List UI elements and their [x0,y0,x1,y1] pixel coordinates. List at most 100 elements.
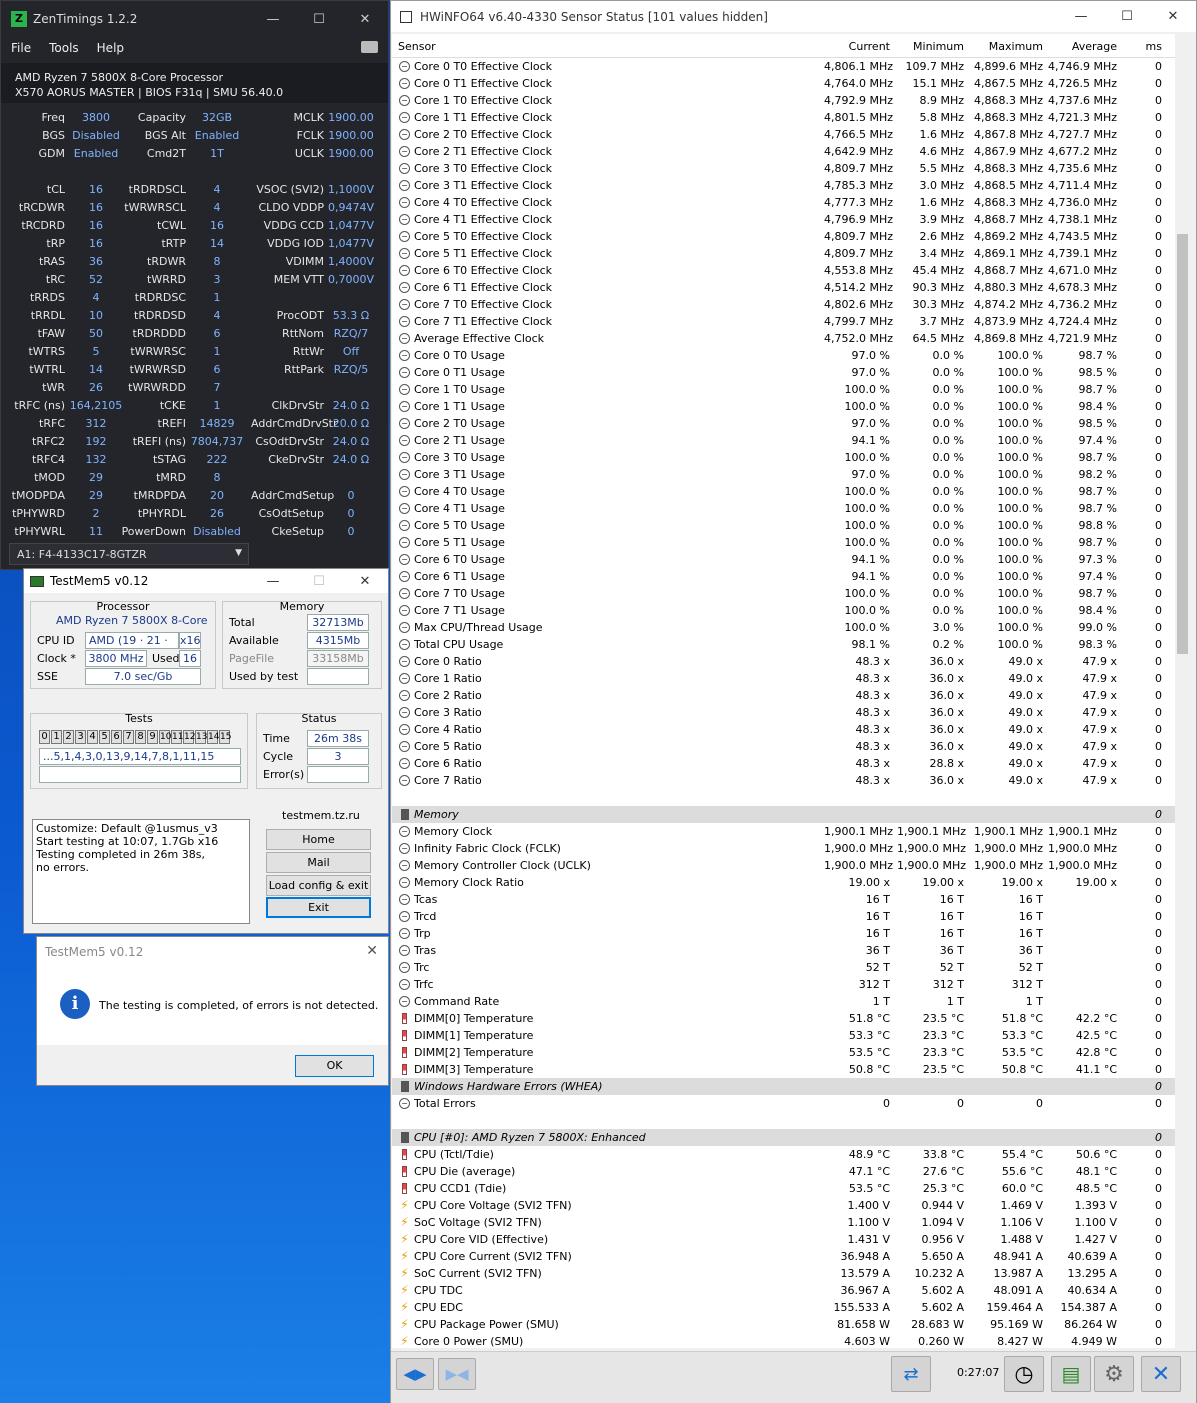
sensor-row[interactable]: DIMM[1] Temperature 53.3 °C 23.3 °C 53.3 °C… [392,1027,1180,1044]
sensor-row[interactable]: − Core 7 Ratio 48.3 x 36.0 x 49.0 x 47.9 x 0 [392,772,1180,789]
sensor-row[interactable]: ⚡ CPU Core Voltage (SVI2 TFN) 1.400 V 0.944… [392,1197,1180,1214]
sensor-row[interactable]: − Total Errors 0 0 0 0 [392,1095,1180,1112]
sensor-row[interactable]: DIMM[2] Temperature 53.5 °C 23.3 °C 53.5 °C… [392,1044,1180,1061]
sensor-row[interactable]: − Core 6 T0 Usage 94.1 % 0.0 % 100.0 % 97.3 %… [392,551,1180,568]
zentimings-titlebar[interactable]: Z ZenTimings 1.2.2 — ☐ ✕ [1,1,388,37]
sensor-row[interactable]: − Core 2 T0 Usage 97.0 % 0.0 % 100.0 % 98.5 %… [392,415,1180,432]
dialog-titlebar[interactable]: TestMem5 v0.12 ✕ [37,937,388,967]
sensor-row[interactable]: − Memory Controller Clock (UCLK) 1,900.0 M… [392,857,1180,874]
column-current[interactable]: Current [824,40,890,53]
sensor-group-row[interactable]: Memory 0 [392,806,1180,823]
minimize-button[interactable]: — [250,569,296,593]
minimize-button[interactable]: — [1058,1,1104,32]
sensor-row[interactable]: − Infinity Fabric Clock (FCLK) 1,900.0 MHz… [392,840,1180,857]
sensor-row[interactable]: − Core 2 T1 Effective Clock 4,642.9 MHz 4.6… [392,143,1180,160]
screenshot-camera-icon[interactable] [361,41,378,53]
testmem-titlebar[interactable]: TestMem5 v0.12 — ☐ ✕ [24,569,388,593]
sensor-row[interactable]: − Core 0 T1 Usage 97.0 % 0.0 % 100.0 % 98.5 %… [392,364,1180,381]
sensor-row[interactable]: − Core 7 T0 Effective Clock 4,802.6 MHz 30.… [392,296,1180,313]
sensor-row[interactable]: − Average Effective Clock 4,752.0 MHz 64.5 … [392,330,1180,347]
sensor-row[interactable]: − Trfc 312 T 312 T 312 T 0 [392,976,1180,993]
sensor-row[interactable]: − Core 0 Ratio 48.3 x 36.0 x 49.0 x 47.9 x 0 [392,653,1180,670]
close-button[interactable]: ✕ [342,569,388,593]
close-button[interactable]: ✕ [342,1,388,37]
column-maximum[interactable]: Maximum [972,40,1043,53]
vertical-scrollbar[interactable] [1175,34,1190,1348]
sensor-row[interactable]: ⚡ Core 0 Power (SMU) 4.603 W 0.260 W 8.427 W… [392,1333,1180,1348]
sensor-row[interactable]: − Core 2 T0 Effective Clock 4,766.5 MHz 1.6… [392,126,1180,143]
sensor-row[interactable]: − Core 1 T0 Effective Clock 4,792.9 MHz 8.9… [392,92,1180,109]
sensor-row[interactable]: CPU CCD1 (Tdie) 53.5 °C 25.3 °C 60.0 °C 48.5… [392,1180,1180,1197]
column-minimum[interactable]: Minimum [897,40,964,53]
sensor-row[interactable]: − Core 4 T1 Effective Clock 4,796.9 MHz 3.9… [392,211,1180,228]
sensor-row[interactable]: − Core 6 T0 Effective Clock 4,553.8 MHz 45.… [392,262,1180,279]
sensor-row[interactable]: − Core 6 T1 Usage 94.1 % 0.0 % 100.0 % 97.4 %… [392,568,1180,585]
sensor-row[interactable]: ⚡ CPU Core Current (SVI2 TFN) 36.948 A 5.65… [392,1248,1180,1265]
sensor-row[interactable]: − Memory Clock Ratio 19.00 x 19.00 x 19.00 x… [392,874,1180,891]
ok-button[interactable]: OK [295,1055,374,1077]
sensor-row[interactable]: − Core 4 Ratio 48.3 x 36.0 x 49.0 x 47.9 x 0 [392,721,1180,738]
sensor-row[interactable]: − Tcas 16 T 16 T 16 T 0 [392,891,1180,908]
sensor-row[interactable]: − Core 4 T0 Usage 100.0 % 0.0 % 100.0 % 98.7 … [392,483,1180,500]
sensor-row[interactable]: − Core 4 T0 Effective Clock 4,777.3 MHz 1.6… [392,194,1180,211]
sensor-group-row[interactable]: CPU [#0]: AMD Ryzen 7 5800X: Enhanced 0 [392,1129,1180,1146]
network-icon[interactable]: ⇄ [891,1356,931,1392]
home-button[interactable]: Home [266,829,371,850]
close-x-icon[interactable]: ✕ [1141,1356,1181,1392]
sensor-row[interactable]: − Core 3 T1 Effective Clock 4,785.3 MHz 3.0… [392,177,1180,194]
menu-help[interactable]: Help [97,41,124,55]
maximize-button[interactable]: ☐ [1104,1,1150,32]
maximize-button[interactable]: ☐ [296,1,342,37]
sensor-row[interactable]: − Core 7 T1 Effective Clock 4,799.7 MHz 3.7… [392,313,1180,330]
sensor-row[interactable]: − Core 5 Ratio 48.3 x 36.0 x 49.0 x 47.9 x 0 [392,738,1180,755]
sensor-row[interactable]: − Core 4 T1 Usage 100.0 % 0.0 % 100.0 % 98.7 … [392,500,1180,517]
sensor-row[interactable]: − Core 1 Ratio 48.3 x 36.0 x 49.0 x 47.9 x 0 [392,670,1180,687]
sensor-row[interactable]: − Core 5 T1 Effective Clock 4,809.7 MHz 3.4… [392,245,1180,262]
sensor-row[interactable]: − Core 0 T0 Effective Clock 4,806.1 MHz 109… [392,58,1180,75]
sensor-row[interactable]: CPU (Tctl/Tdie) 48.9 °C 33.8 °C 55.4 °C 50.6… [392,1146,1180,1163]
close-button[interactable]: ✕ [1150,1,1196,32]
column-ms[interactable]: ms [1122,40,1162,53]
sensor-row[interactable]: − Core 1 T1 Effective Clock 4,801.5 MHz 5.8… [392,109,1180,126]
sensor-row[interactable]: − Core 7 T1 Usage 100.0 % 0.0 % 100.0 % 98.4 … [392,602,1180,619]
load-config-exit-button[interactable]: Load config & exit [266,875,371,896]
sensor-row[interactable]: ⚡ CPU TDC 36.967 A 5.602 A 48.091 A 40.634 A 0 [392,1282,1180,1299]
sensor-row[interactable]: DIMM[0] Temperature 51.8 °C 23.5 °C 51.8 °C… [392,1010,1180,1027]
sensor-row[interactable]: − Core 5 T0 Effective Clock 4,809.7 MHz 2.6… [392,228,1180,245]
column-sensor[interactable]: Sensor [398,40,436,53]
sensor-row[interactable]: − Core 1 T1 Usage 100.0 % 0.0 % 100.0 % 98.4 … [392,398,1180,415]
scrollbar-thumb[interactable] [1177,234,1188,654]
sensor-row[interactable]: − Core 3 T1 Usage 97.0 % 0.0 % 100.0 % 98.2 %… [392,466,1180,483]
report-add-icon[interactable]: ▤ [1051,1356,1091,1392]
sensor-row[interactable]: − Core 3 Ratio 48.3 x 36.0 x 49.0 x 47.9 x 0 [392,704,1180,721]
sensor-row[interactable]: − Core 5 T1 Usage 100.0 % 0.0 % 100.0 % 98.7 … [392,534,1180,551]
sensor-row[interactable]: − Core 0 T0 Usage 97.0 % 0.0 % 100.0 % 98.7 %… [392,347,1180,364]
menu-tools[interactable]: Tools [49,41,79,55]
column-average[interactable]: Average [1047,40,1117,53]
used-field[interactable]: 16 [179,650,201,667]
settings-gear-icon[interactable]: ⚙ [1094,1356,1134,1392]
minimize-button[interactable]: — [250,1,296,37]
sensor-row[interactable]: − Trcd 16 T 16 T 16 T 0 [392,908,1180,925]
sensor-row[interactable]: − Core 5 T0 Usage 100.0 % 0.0 % 100.0 % 98.8 … [392,517,1180,534]
sensor-row[interactable]: − Total CPU Usage 98.1 % 0.2 % 100.0 % 98.3 %… [392,636,1180,653]
sensor-row[interactable]: ⚡ SoC Voltage (SVI2 TFN) 1.100 V 1.094 V 1.1… [392,1214,1180,1231]
sensor-row[interactable]: ⚡ CPU EDC 155.533 A 5.602 A 159.464 A 154.387… [392,1299,1180,1316]
mail-button[interactable]: Mail [266,852,371,873]
sensor-row[interactable]: − Command Rate 1 T 1 T 1 T 0 [392,993,1180,1010]
sensor-row[interactable]: ⚡ SoC Current (SVI2 TFN) 13.579 A 10.232 A 1… [392,1265,1180,1282]
sensor-row[interactable]: − Core 7 T0 Usage 100.0 % 0.0 % 100.0 % 98.7 … [392,585,1180,602]
maximize-button[interactable]: ☐ [296,569,342,593]
sensor-row[interactable]: − Tras 36 T 36 T 36 T 0 [392,942,1180,959]
sensor-row[interactable]: − Core 2 Ratio 48.3 x 36.0 x 49.0 x 47.9 x 0 [392,687,1180,704]
sensor-row[interactable]: − Trc 52 T 52 T 52 T 0 [392,959,1180,976]
nav-arrows-icon[interactable]: ◀▶ [396,1358,434,1390]
nav-arrows-alt-icon[interactable]: ▶◀ [438,1358,476,1390]
menu-file[interactable]: File [11,41,31,55]
sensor-row[interactable]: − Core 6 Ratio 48.3 x 28.8 x 49.0 x 47.9 x 0 [392,755,1180,772]
sensor-row[interactable]: DIMM[3] Temperature 50.8 °C 23.5 °C 50.8 °C… [392,1061,1180,1078]
sensor-row[interactable]: − Core 0 T1 Effective Clock 4,764.0 MHz 15.… [392,75,1180,92]
module-select[interactable]: A1: F4-4133C17-8GTZR ▼ [9,543,249,565]
sensor-row[interactable]: − Trp 16 T 16 T 16 T 0 [392,925,1180,942]
sensor-row[interactable]: CPU Die (average) 47.1 °C 27.6 °C 55.6 °C 48… [392,1163,1180,1180]
